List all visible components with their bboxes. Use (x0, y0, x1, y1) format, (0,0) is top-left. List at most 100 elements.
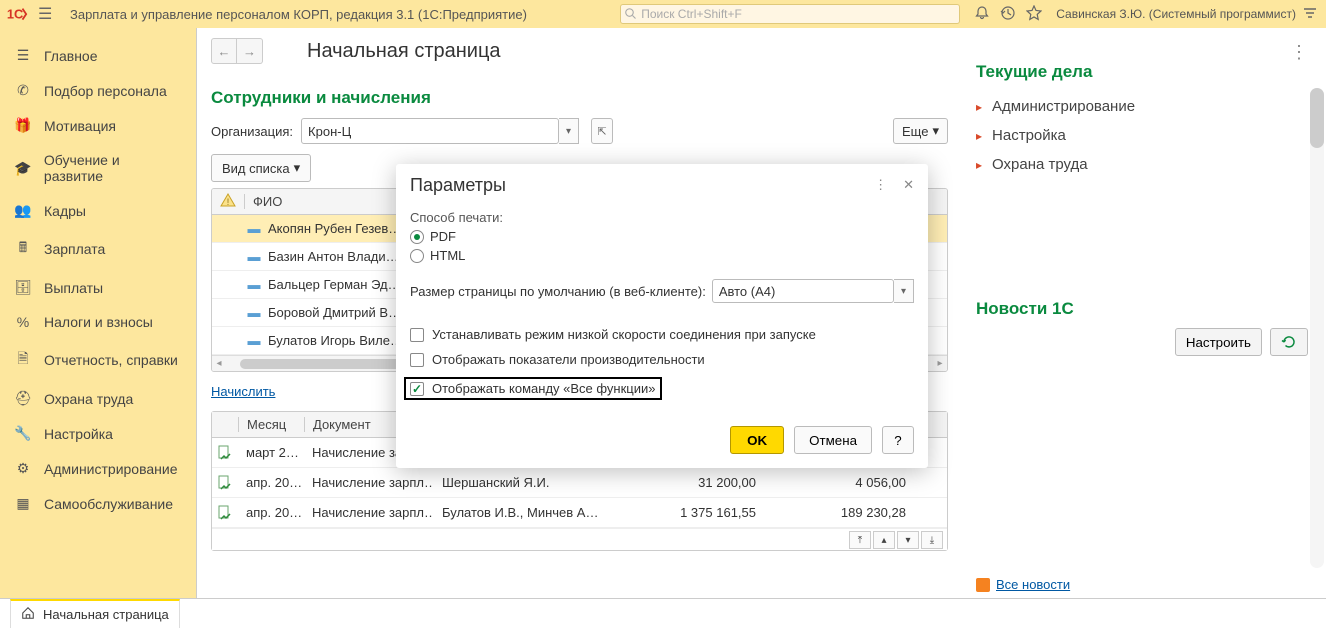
page-size-select[interactable]: Авто (А4) (712, 279, 894, 303)
sidebar-item-self[interactable]: ▦Самообслуживание (0, 486, 196, 521)
user-name[interactable]: Савинская З.Ю. (Системный программист) (1056, 7, 1296, 21)
bottom-bar: Начальная страница (0, 598, 1326, 627)
sidebar-item-reports[interactable]: 🗎Отчетность, справки (0, 339, 196, 381)
people-icon: 👥 (14, 202, 32, 219)
current-item[interactable]: Охрана труда (976, 150, 1308, 179)
month-header[interactable]: Месяц (238, 417, 304, 432)
view-type-button[interactable]: Вид списка▾ (211, 154, 311, 182)
bullet-icon: ▬ (244, 221, 264, 236)
star-icon[interactable] (1026, 5, 1042, 24)
window-menu-icon[interactable] (1302, 6, 1320, 23)
scroll-bottom-button[interactable]: ⤓ (921, 531, 943, 549)
sidebar-item-learning[interactable]: 🎓Обучение и развитие (0, 143, 196, 193)
all-news-link[interactable]: Все новости (976, 577, 1070, 592)
parameters-dialog: Параметры ⋮ ✕ Способ печати: PDF HTML Ра… (396, 164, 928, 468)
sidebar-item-motivation[interactable]: 🎁Мотивация (0, 108, 196, 143)
sidebar: ☰Главное ✆Подбор персонала 🎁Мотивация 🎓О… (0, 28, 196, 598)
radio-icon (410, 249, 424, 263)
current-item[interactable]: Администрирование (976, 92, 1308, 121)
org-expand-button[interactable]: ⇱ (591, 118, 613, 144)
checkbox-label: Отображать команду «Все функции» (432, 381, 656, 396)
page-size-label: Размер страницы по умолчанию (в веб-клие… (410, 284, 706, 299)
page-size-drop-button[interactable]: ▾ (894, 279, 914, 303)
ok-button[interactable]: OK (730, 426, 784, 454)
sidebar-item-salary[interactable]: 🖩Зарплата (0, 228, 196, 270)
radio-label: HTML (430, 248, 465, 263)
sidebar-item-label: Администрирование (44, 461, 178, 477)
doc-sum2: 189 230,28 (764, 505, 914, 520)
scroll-top-button[interactable]: ⤒ (849, 531, 871, 549)
doc-posted-icon (212, 505, 238, 521)
close-icon[interactable]: ✕ (903, 177, 914, 193)
percent-icon: % (14, 314, 32, 330)
doc-sum1: 1 375 161,55 (624, 505, 764, 520)
nav-fwd-button[interactable]: → (237, 38, 263, 64)
view-label: Вид списка (222, 161, 290, 176)
search-icon (625, 8, 637, 20)
radio-html[interactable]: HTML (410, 248, 914, 263)
grid-icon: ▦ (14, 495, 32, 512)
more-button[interactable]: Еще▾ (893, 118, 948, 144)
doc-month: апр. 20… (238, 475, 304, 490)
doc-who: Шершанский Я.И. (434, 475, 624, 490)
current-item-label: Охрана труда (992, 156, 1088, 173)
v-scrollbar[interactable] (1310, 88, 1324, 568)
bell-icon[interactable] (974, 5, 990, 24)
history-icon[interactable] (1000, 5, 1016, 24)
doc-month: апр. 20… (238, 505, 304, 520)
sidebar-item-admin[interactable]: ⚙Администрирование (0, 451, 196, 486)
doc-sum2: 4 056,00 (764, 475, 914, 490)
checkbox-slow[interactable]: Устанавливать режим низкой скорости соед… (410, 327, 914, 342)
cancel-button[interactable]: Отмена (794, 426, 872, 454)
helmet-icon: ⛑ (14, 390, 32, 407)
sidebar-item-hr[interactable]: 👥Кадры (0, 193, 196, 228)
chevron-down-icon: ▾ (932, 123, 939, 139)
help-button[interactable]: ? (882, 426, 914, 454)
warn-column[interactable]: ! (212, 192, 244, 211)
checkbox-allfunc[interactable]: Отображать команду «Все функции» (404, 377, 662, 400)
org-select[interactable]: Крон-Ц (301, 118, 559, 144)
sidebar-item-label: Настройка (44, 426, 113, 442)
bottom-tab-label: Начальная страница (43, 607, 169, 622)
sidebar-item-recruit[interactable]: ✆Подбор персонала (0, 73, 196, 108)
sidebar-item-label: Отчетность, справки (44, 352, 178, 368)
doc-row[interactable]: апр. 20… Начисление зарпл… Булатов И.В.,… (212, 498, 947, 528)
current-title: Текущие дела (976, 62, 1308, 82)
bullet-icon: ▬ (244, 277, 264, 292)
wrench-icon: 🔧 (14, 425, 32, 442)
sidebar-item-safety[interactable]: ⛑Охрана труда (0, 381, 196, 416)
org-dropdown-button[interactable]: ▾ (559, 118, 579, 144)
current-item[interactable]: Настройка (976, 121, 1308, 150)
setup-button[interactable]: Настроить (1175, 328, 1262, 356)
radio-icon (410, 230, 424, 244)
cap-icon: 🎓 (14, 160, 32, 177)
nav-back-button[interactable]: ← (211, 38, 237, 64)
scroll-down-button[interactable]: ▾ (897, 531, 919, 549)
right-panel: ⋮ Текущие дела Администрирование Настрой… (966, 28, 1326, 598)
doc-row[interactable]: апр. 20… Начисление зарпл… Шершанский Я.… (212, 468, 947, 498)
checkbox-icon (410, 328, 424, 342)
search-input[interactable]: Поиск Ctrl+Shift+F (620, 4, 960, 24)
svg-text:!: ! (227, 197, 230, 207)
setup-label: Настроить (1186, 335, 1251, 350)
panel-more-icon[interactable]: ⋮ (1290, 42, 1308, 63)
sidebar-item-settings[interactable]: 🔧 Настройка (0, 416, 196, 451)
bullet-icon: ▬ (244, 305, 264, 320)
current-item-label: Администрирование (992, 98, 1135, 115)
scroll-up-button[interactable]: ▴ (873, 531, 895, 549)
hamburger-icon[interactable]: ☰ (38, 4, 58, 24)
radio-pdf[interactable]: PDF (410, 229, 914, 244)
top-bar: 1С ☰ Зарплата и управление персоналом КО… (0, 0, 1326, 28)
checkbox-label: Устанавливать режим низкой скорости соед… (432, 327, 816, 342)
top-actions (974, 5, 1042, 24)
refresh-button[interactable] (1270, 328, 1308, 356)
sidebar-item-payments[interactable]: 🗄Выплаты (0, 270, 196, 305)
doc-scroll-footer: ⤒ ▴ ▾ ⤓ (212, 528, 947, 550)
bottom-tab[interactable]: Начальная страница (10, 599, 180, 628)
checkbox-perf[interactable]: Отображать показатели производительности (410, 352, 914, 367)
dialog-more-icon[interactable]: ⋮ (874, 177, 887, 193)
sidebar-item-taxes[interactable]: %Налоги и взносы (0, 305, 196, 339)
news-title: Новости 1С (976, 299, 1308, 319)
accrue-link[interactable]: Начислить (211, 384, 275, 399)
sidebar-item-main[interactable]: ☰Главное (0, 38, 196, 73)
